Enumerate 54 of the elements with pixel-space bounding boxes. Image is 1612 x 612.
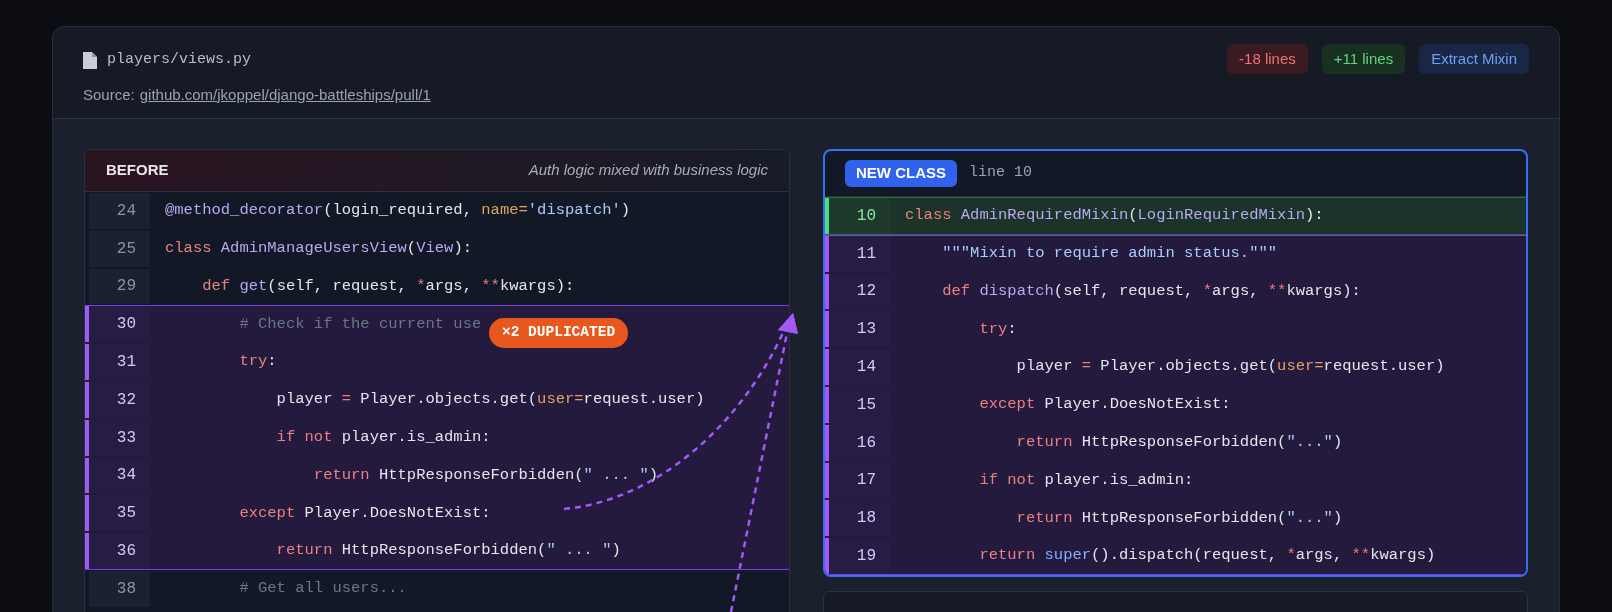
line-number: 11 [856,243,876,265]
code-line: except Player.DoesNotExist: [238,502,491,524]
line-number: 32 [116,389,136,411]
code-line: if not player.is_admin: [978,469,1194,491]
line-number: 17 [856,470,876,492]
code-line: def dispatch(self, request, *args, **kwargs): [941,280,1361,302]
line-number: 33 [116,427,136,449]
line-number: 36 [116,541,136,563]
line-number: 12 [856,281,876,303]
line-number: 24 [116,200,136,222]
duplicated-callout: ×2 DUPLICATED [489,318,629,348]
line-number: 10 [856,205,876,227]
code-line: player = Player.objects.get(user=request.user) [275,389,705,411]
code-line: """Mixin to require admin status.""" [941,243,1278,265]
code-line: return HttpResponseForbidden("...") [1015,507,1343,529]
code-line: return super().dispatch(request, *args, **kwargs) [978,545,1436,567]
code-line: try: [238,351,277,373]
file-icon [83,51,97,69]
code-line: # Get all users... [238,578,407,600]
code-line: player = Player.objects.get(user=request.user) [1015,356,1445,378]
new-class-badge: NEW CLASS [845,160,957,187]
code-line: def get(self, request, *args, **kwargs): [201,275,575,297]
line-number: 25 [116,238,136,260]
line-number: 29 [116,276,136,298]
code-line: return HttpResponseForbidden(" ... ") [312,464,658,486]
panel-note: Auth logic mixed with business logic [528,160,768,181]
line-number: 16 [856,432,876,454]
line-number: 19 [856,546,876,568]
line-number: 38 [116,578,136,600]
code-line: try: [978,318,1017,340]
change-badge: Extract Mixin [1419,44,1529,74]
file-path: players/views.py [107,50,252,70]
line-reference: line 10 [969,163,1032,184]
line-number: 34 [116,465,136,487]
line-number: 35 [116,503,136,525]
line-number: 13 [856,319,876,341]
line-number: 31 [116,352,136,374]
line-number: 15 [856,394,876,416]
line-number: 30 [116,314,136,336]
code-line: class AdminManageUsersView(View): [165,238,472,260]
source-link[interactable]: github.com/jkoppel/django-battleships/pull/1 [139,83,431,106]
line-number: 18 [856,508,876,530]
code-line: if not player.is_admin: [275,427,491,449]
code-line: @method_decorator(login_required, name='dispatch') [165,200,631,222]
change-badge: -18 lines [1227,44,1308,74]
code-line: except Player.DoesNotExist: [978,394,1231,416]
code-line: return HttpResponseForbidden(" ... ") [275,540,621,562]
code-line: return HttpResponseForbidden("...") [1015,432,1343,454]
source-label: Source: [83,84,135,105]
panel-title: BEFORE [106,160,169,181]
line-number: 14 [856,357,876,379]
code-line: # Check if the current use [238,313,482,335]
change-badge: +11 lines [1321,44,1406,74]
code-line: class AdminRequiredMixin(LoginRequiredMixin): [905,205,1324,227]
